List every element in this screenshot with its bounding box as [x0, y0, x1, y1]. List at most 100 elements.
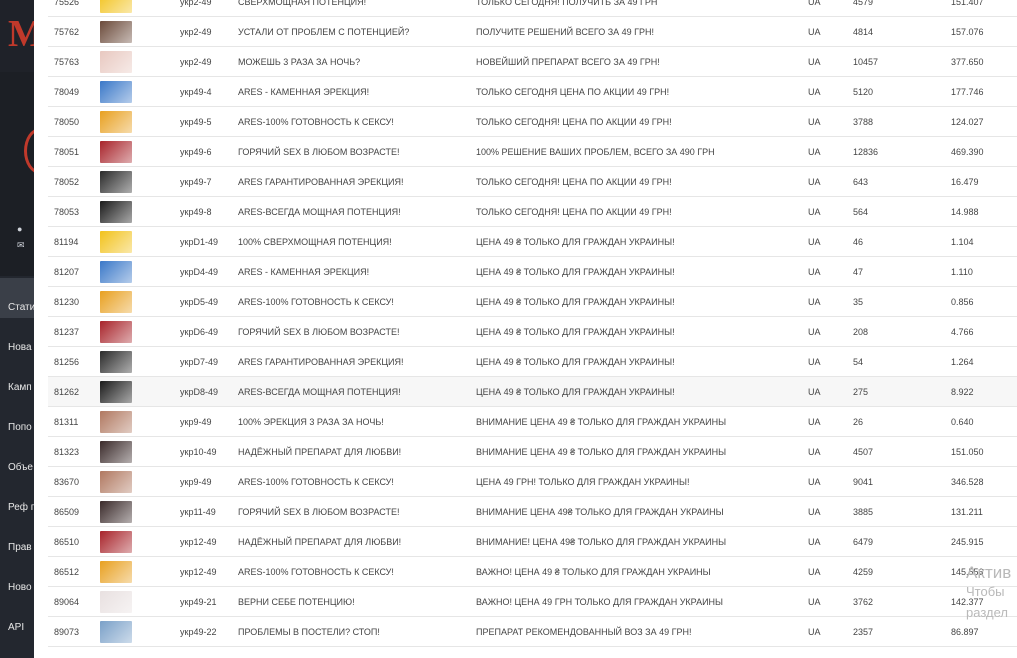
creative-text: ЦЕНА 49 ₴ ТОЛЬКО ДЛЯ ГРАЖДАН УКРАИНЫ! — [476, 316, 808, 347]
table-row[interactable]: 78051 укр49-6 ГОРЯЧИЙ SEX В ЛЮБОМ ВОЗРАСТЕ… — [48, 136, 1017, 167]
creative-id: 89073 — [48, 616, 98, 647]
creative-subid: укрD6-49 — [180, 316, 238, 347]
creative-thumbnail-image[interactable] — [100, 110, 132, 133]
creative-clicks: 9041 — [853, 466, 951, 497]
creative-clicks: 2357 — [853, 616, 951, 647]
sidebar-item-stats[interactable]: Стати — [0, 278, 34, 318]
creative-headline: НАДЁЖНЫЙ ПРЕПАРАТ ДЛЯ ЛЮБВИ! — [238, 436, 476, 467]
creative-subid: укр49-22 — [180, 616, 238, 647]
creative-geo: UA — [808, 406, 853, 437]
creative-headline: УСТАЛИ ОТ ПРОБЛЕМ С ПОТЕНЦИЕЙ? — [238, 16, 476, 47]
creative-id: 75763 — [48, 46, 98, 77]
creative-subid: укрD5-49 — [180, 286, 238, 317]
creative-thumbnail-image[interactable] — [100, 260, 132, 283]
table-row[interactable]: 75763 укр2-49 МОЖЕШЬ 3 РАЗА ЗА НОЧЬ? НОВЕЙШ… — [48, 46, 1017, 77]
sidebar-item-topup[interactable]: Попо — [0, 398, 34, 438]
creative-clicks: 46 — [853, 226, 951, 257]
creative-thumbnail-image[interactable] — [100, 170, 132, 193]
sidebar-item-new[interactable]: Нова — [0, 318, 34, 358]
creative-headline: 100% СВЕРХМОЩНАЯ ПОТЕНЦИЯ! — [238, 226, 476, 257]
creative-thumbnail-image[interactable] — [100, 350, 132, 373]
creative-thumbnail-image[interactable] — [100, 200, 132, 223]
creative-thumbnail-image[interactable] — [100, 560, 132, 583]
table-row[interactable]: 89073 укр49-22 ПРОБЛЕМЫ В ПОСТЕЛИ? СТОП! ПР… — [48, 616, 1017, 647]
table-row[interactable]: 86509 укр11-49 ГОРЯЧИЙ SEX В ЛЮБОМ ВОЗРАСТ… — [48, 496, 1017, 527]
table-row[interactable]: 89064 укр49-21 ВЕРНИ СЕБЕ ПОТЕНЦИЮ! ВАЖНО! … — [48, 586, 1017, 617]
creative-thumbnail-image[interactable] — [100, 470, 132, 493]
creative-clicks: 12836 — [853, 136, 951, 167]
table-row[interactable]: 86512 укр12-49 ARES-100% ГОТОВНОСТЬ К СЕКС… — [48, 556, 1017, 587]
creative-text: ЦЕНА 49 ₴ ТОЛЬКО ДЛЯ ГРАЖДАН УКРАИНЫ! — [476, 226, 808, 257]
creative-thumbnail-image[interactable] — [100, 140, 132, 163]
table-row[interactable]: 81194 укрD1-49 100% СВЕРХМОЩНАЯ ПОТЕНЦИЯ! Ц… — [48, 226, 1017, 257]
table-row[interactable]: 83670 укр9-49 ARES-100% ГОТОВНОСТЬ К СЕКСУ… — [48, 466, 1017, 497]
creative-thumbnail-image[interactable] — [100, 620, 132, 643]
sidebar-item-api[interactable]: API — [0, 598, 34, 638]
creative-thumbnail-image[interactable] — [100, 230, 132, 253]
table-row[interactable]: 78053 укр49-8 ARES-ВСЕГДА МОЩНАЯ ПОТЕНЦИЯ!… — [48, 196, 1017, 227]
creative-value: 346.528 — [951, 466, 1017, 497]
creative-id: 78052 — [48, 166, 98, 197]
creative-thumbnail-image[interactable] — [100, 0, 132, 13]
table-row[interactable]: 75526 укр2-49 СВЕРХМОЩНАЯ ПОТЕНЦИЯ! ТОЛЬКО … — [48, 0, 1017, 17]
thumbnail-cell — [98, 166, 180, 197]
creative-clicks: 3788 — [853, 106, 951, 137]
table-row[interactable]: 81256 укрD7-49 ARES ГАРАНТИРОВАННАЯ ЭРЕКЦИ… — [48, 346, 1017, 377]
creative-thumbnail-image[interactable] — [100, 20, 132, 43]
thumbnail-cell — [98, 256, 180, 287]
sidebar-item-news[interactable]: Ново — [0, 558, 34, 598]
table-row[interactable]: 81311 укр9-49 100% ЭРЕКЦИЯ 3 РАЗА ЗА НОЧЬ!… — [48, 406, 1017, 437]
creative-thumbnail-image[interactable] — [100, 440, 132, 463]
creative-clicks: 5120 — [853, 76, 951, 107]
creative-clicks: 3762 — [853, 586, 951, 617]
creative-text: ТОЛЬКО СЕГОДНЯ! ЦЕНА ПО АКЦИИ 49 ГРН! — [476, 196, 808, 227]
creative-geo: UA — [808, 556, 853, 587]
creative-subid: укрD8-49 — [180, 376, 238, 407]
sidebar-item-referral[interactable]: Реф п — [0, 478, 34, 518]
creative-headline: ГОРЯЧИЙ SEX В ЛЮБОМ ВОЗРАСТЕ! — [238, 316, 476, 347]
creative-subid: укр9-49 — [180, 466, 238, 497]
sidebar-item-rules[interactable]: Прав — [0, 518, 34, 558]
creative-subid: укр49-4 — [180, 76, 238, 107]
thumbnail-cell — [98, 496, 180, 527]
creative-thumbnail-image[interactable] — [100, 320, 132, 343]
creative-id: 83670 — [48, 466, 98, 497]
sidebar-item-ads[interactable]: Объе — [0, 438, 34, 478]
creative-clicks: 4507 — [853, 436, 951, 467]
table-row[interactable]: 75762 укр2-49 УСТАЛИ ОТ ПРОБЛЕМ С ПОТЕНЦИЕ… — [48, 16, 1017, 47]
creative-id: 81237 — [48, 316, 98, 347]
table-row[interactable]: 78050 укр49-5 ARES-100% ГОТОВНОСТЬ К СЕКСУ… — [48, 106, 1017, 137]
creative-value: 14.988 — [951, 196, 1017, 227]
creative-id: 81262 — [48, 376, 98, 407]
creative-headline: МОЖЕШЬ 3 РАЗА ЗА НОЧЬ? — [238, 46, 476, 77]
table-row[interactable]: 81230 укрD5-49 ARES-100% ГОТОВНОСТЬ К СЕКС… — [48, 286, 1017, 317]
table-row[interactable]: 81207 укрD4-49 ARES - КАМЕННАЯ ЭРЕКЦИЯ! ЦЕН… — [48, 256, 1017, 287]
creative-headline: ARES - КАМЕННАЯ ЭРЕКЦИЯ! — [238, 76, 476, 107]
creative-text: ВАЖНО! ЦЕНА 49 ₴ ТОЛЬКО ДЛЯ ГРАЖДАН УКРА… — [476, 556, 808, 587]
creative-thumbnail-image[interactable] — [100, 80, 132, 103]
creative-thumbnail-image[interactable] — [100, 500, 132, 523]
creative-thumbnail-image[interactable] — [100, 380, 132, 403]
table-row[interactable]: 78049 укр49-4 ARES - КАМЕННАЯ ЭРЕКЦИЯ! ТОЛЬ… — [48, 76, 1017, 107]
creative-thumbnail-image[interactable] — [100, 530, 132, 553]
table-row[interactable]: 81323 укр10-49 НАДЁЖНЫЙ ПРЕПАРАТ ДЛЯ ЛЮБВИ… — [48, 436, 1017, 467]
creative-id: 81230 — [48, 286, 98, 317]
creative-thumbnail-image[interactable] — [100, 410, 132, 433]
creative-subid: укрD4-49 — [180, 256, 238, 287]
creative-thumbnail-image[interactable] — [100, 590, 132, 613]
creative-geo: UA — [808, 496, 853, 527]
table-row[interactable]: 78052 укр49-7 ARES ГАРАНТИРОВАННАЯ ЭРЕКЦИЯ… — [48, 166, 1017, 197]
creative-thumbnail-image[interactable] — [100, 290, 132, 313]
creative-geo: UA — [808, 586, 853, 617]
sidebar-item-label: Нова — [8, 342, 32, 353]
sidebar-item-campaign[interactable]: Камп — [0, 358, 34, 398]
table-row[interactable]: 81262 укрD8-49 ARES-ВСЕГДА МОЩНАЯ ПОТЕНЦИЯ… — [48, 376, 1017, 407]
creative-clicks: 564 — [853, 196, 951, 227]
table-row[interactable]: 86510 укр12-49 НАДЁЖНЫЙ ПРЕПАРАТ ДЛЯ ЛЮБВИ… — [48, 526, 1017, 557]
creative-subid: укр9-49 — [180, 406, 238, 437]
creative-thumbnail-image[interactable] — [100, 50, 132, 73]
thumbnail-cell — [98, 106, 180, 137]
creative-value: 8.922 — [951, 376, 1017, 407]
thumbnail-cell — [98, 406, 180, 437]
table-row[interactable]: 81237 укрD6-49 ГОРЯЧИЙ SEX В ЛЮБОМ ВОЗРАСТ… — [48, 316, 1017, 347]
